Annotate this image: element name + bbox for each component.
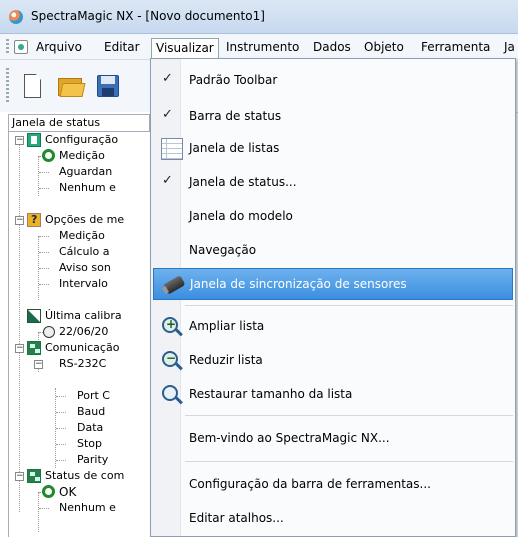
tree-node-aguardando[interactable]: Aguardan bbox=[59, 164, 112, 180]
menu-item-editar-atalhos[interactable]: Editar atalhos... bbox=[153, 503, 513, 535]
status-tree[interactable]: − Configuração Medição Aguardan Nenhum e… bbox=[8, 132, 150, 537]
check-icon: ✓ bbox=[162, 173, 173, 188]
options-help-icon bbox=[27, 213, 41, 227]
menu-item-janela-sincronizacao-sensores[interactable]: Janela de sincronização de sensores bbox=[153, 268, 513, 300]
tree-node-baud[interactable]: Baud bbox=[77, 404, 105, 420]
menu-instrumento[interactable]: Instrumento bbox=[222, 38, 303, 58]
new-document-icon[interactable] bbox=[18, 72, 46, 100]
window-title: SpectraMagic NX - [Novo documento1] bbox=[31, 9, 265, 23]
document-menu-icon[interactable] bbox=[14, 40, 28, 54]
menu-item-label: Reduzir lista bbox=[189, 353, 263, 367]
tree-node-medicao-opcao[interactable]: Medição bbox=[59, 228, 105, 244]
menu-item-label: Janela de sincronização de sensores bbox=[190, 277, 407, 291]
collapse-toggle[interactable]: − bbox=[15, 472, 24, 481]
sensor-icon bbox=[158, 270, 188, 300]
menu-item-label: Janela de status... bbox=[189, 175, 297, 189]
menu-item-reduzir-lista[interactable]: − Reduzir lista bbox=[153, 345, 513, 377]
menu-item-padrao-toolbar[interactable]: ✓ Padrão Toolbar bbox=[153, 65, 513, 97]
standard-toolbar bbox=[0, 60, 150, 112]
menu-item-label: Bem-vindo ao SpectraMagic NX... bbox=[189, 431, 390, 445]
calibration-icon bbox=[27, 309, 41, 323]
tree-node-data[interactable]: Data bbox=[77, 420, 103, 436]
tree-node-ok[interactable]: OK bbox=[59, 484, 76, 500]
tree-node-ultima-calibracao[interactable]: Última calibra bbox=[45, 308, 122, 324]
open-folder-icon[interactable] bbox=[56, 72, 86, 100]
title-bar: SpectraMagic NX - [Novo documento1] bbox=[0, 0, 518, 34]
visualizar-dropdown-menu: ✓ Padrão Toolbar ✓ Barra de status Janel… bbox=[150, 58, 516, 537]
menu-arquivo[interactable]: Arquivo bbox=[32, 38, 86, 58]
menu-bar: Arquivo Editar Visualizar Instrumento Da… bbox=[0, 34, 518, 60]
tree-node-intervalo[interactable]: Intervalo bbox=[59, 276, 108, 292]
menu-item-label: Restaurar tamanho da lista bbox=[189, 387, 353, 401]
tree-node-data-calibracao[interactable]: 22/06/20 bbox=[59, 324, 108, 340]
tree-node-stop[interactable]: Stop bbox=[77, 436, 102, 452]
zoom-restore-icon bbox=[161, 384, 183, 406]
menu-dados[interactable]: Dados bbox=[309, 38, 355, 58]
menu-item-janela-de-listas[interactable]: Janela de listas bbox=[153, 133, 513, 165]
menu-editar[interactable]: Editar bbox=[100, 38, 144, 58]
collapse-toggle[interactable]: − bbox=[15, 344, 24, 353]
menu-item-label: Janela de listas bbox=[189, 141, 280, 155]
tree-node-medicao[interactable]: Medição bbox=[59, 148, 105, 164]
tree-node-status-comunicacao[interactable]: Status de com bbox=[45, 468, 124, 484]
menu-item-ampliar-lista[interactable]: + Ampliar lista bbox=[153, 311, 513, 343]
collapse-toggle[interactable]: − bbox=[15, 136, 24, 145]
tree-node-nenhum-status[interactable]: Nenhum e bbox=[59, 500, 116, 516]
communication-status-icon bbox=[27, 469, 41, 483]
menu-item-navegacao[interactable]: Navegação bbox=[153, 235, 513, 267]
menu-separator bbox=[185, 305, 513, 306]
menu-item-barra-de-status[interactable]: ✓ Barra de status bbox=[153, 101, 513, 133]
tree-node-rs232c[interactable]: RS-232C bbox=[59, 356, 106, 372]
menu-janela[interactable]: Ja bbox=[500, 38, 518, 58]
check-icon: ✓ bbox=[162, 71, 173, 86]
status-ok-icon bbox=[42, 485, 55, 498]
tree-node-opcoes[interactable]: Opções de me bbox=[45, 212, 124, 228]
menu-item-janela-de-status[interactable]: ✓ Janela de status... bbox=[153, 167, 513, 199]
tree-node-configuracao[interactable]: Configuração bbox=[45, 132, 118, 148]
collapse-toggle[interactable]: − bbox=[15, 216, 24, 225]
menu-item-restaurar-tamanho[interactable]: Restaurar tamanho da lista bbox=[153, 379, 513, 411]
menu-item-label: Configuração da barra de ferramentas... bbox=[189, 477, 431, 491]
menu-item-configuracao-barra[interactable]: Configuração da barra de ferramentas... bbox=[153, 469, 513, 501]
collapse-toggle[interactable]: − bbox=[34, 360, 43, 369]
menu-item-label: Ampliar lista bbox=[189, 319, 265, 333]
tree-node-port[interactable]: Port C bbox=[77, 388, 110, 404]
status-panel-title: Janela de status bbox=[8, 114, 150, 132]
menubar-grip[interactable] bbox=[6, 39, 9, 55]
tree-node-aviso[interactable]: Aviso son bbox=[59, 260, 111, 276]
configuration-icon bbox=[27, 133, 41, 147]
menu-item-label: Barra de status bbox=[189, 109, 282, 123]
menu-item-bem-vindo[interactable]: Bem-vindo ao SpectraMagic NX... bbox=[153, 423, 513, 455]
menu-separator bbox=[185, 461, 513, 462]
toolbar-grip[interactable] bbox=[6, 68, 9, 104]
menu-item-label: Janela do modelo bbox=[189, 209, 293, 223]
list-window-icon bbox=[161, 138, 183, 160]
status-ok-icon bbox=[42, 149, 55, 162]
tree-node-nenhum[interactable]: Nenhum e bbox=[59, 180, 116, 196]
tree-node-calculo[interactable]: Cálculo a bbox=[59, 244, 110, 260]
zoom-in-icon: + bbox=[161, 316, 183, 338]
zoom-out-icon: − bbox=[161, 350, 183, 372]
menu-item-label: Navegação bbox=[189, 243, 257, 257]
menu-item-label: Editar atalhos... bbox=[189, 511, 284, 525]
menu-objeto[interactable]: Objeto bbox=[360, 38, 408, 58]
save-disk-icon[interactable] bbox=[94, 72, 122, 100]
menu-ferramenta[interactable]: Ferramenta bbox=[417, 38, 494, 58]
menu-separator bbox=[185, 415, 513, 416]
tree-node-parity[interactable]: Parity bbox=[77, 452, 108, 468]
menu-visualizar[interactable]: Visualizar bbox=[151, 38, 219, 58]
menu-item-janela-do-modelo[interactable]: Janela do modelo bbox=[153, 201, 513, 233]
tree-node-comunicacao[interactable]: Comunicação bbox=[45, 340, 119, 356]
communication-icon bbox=[27, 341, 41, 355]
menu-item-label: Padrão Toolbar bbox=[189, 73, 278, 87]
app-icon bbox=[9, 10, 23, 24]
clock-icon bbox=[43, 326, 55, 338]
check-icon: ✓ bbox=[162, 107, 173, 122]
